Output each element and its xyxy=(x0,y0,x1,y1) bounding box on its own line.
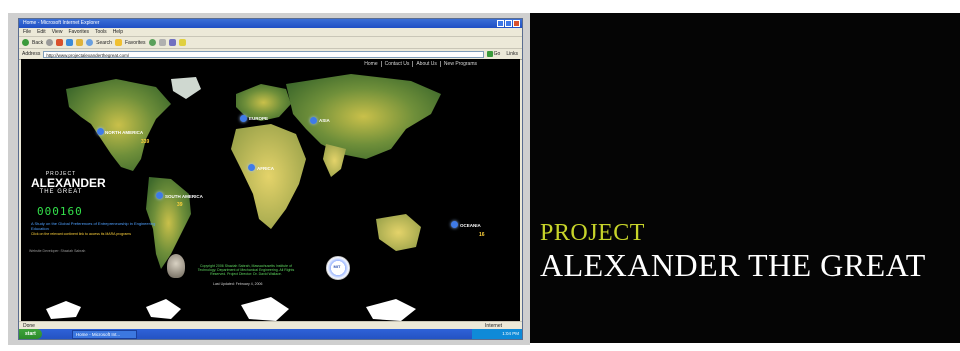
close-button[interactable] xyxy=(513,20,520,27)
refresh-icon[interactable] xyxy=(66,39,74,46)
south-asia-shape xyxy=(323,144,346,177)
menu-view[interactable]: View xyxy=(52,28,63,36)
visitor-counter: 000160 xyxy=(37,205,83,218)
favorites-icon[interactable] xyxy=(114,39,122,46)
title-bar: Home - Microsoft Internet Explorer xyxy=(19,19,522,28)
seal-label: MIT xyxy=(333,264,341,269)
menu-edit[interactable]: Edit xyxy=(37,28,46,36)
oceania-marker[interactable] xyxy=(451,221,458,228)
menu-tools[interactable]: Tools xyxy=(95,28,107,36)
africa-label[interactable]: AFRICA xyxy=(257,166,274,171)
last-updated-text: Last Updated: February 4, 2006 xyxy=(213,282,263,286)
go-arrow-icon xyxy=(486,51,493,57)
print-icon[interactable] xyxy=(168,39,176,46)
links-label[interactable]: Links xyxy=(506,51,522,57)
system-tray-clock: 1:04 PM xyxy=(472,329,522,339)
mail-icon[interactable] xyxy=(158,39,166,46)
menu-favorites[interactable]: Favorites xyxy=(68,28,89,36)
antarctica-shape-4 xyxy=(366,299,416,321)
address-input[interactable]: http://www.projectalexanderthegreat.com/ xyxy=(43,50,484,58)
alexander-bust-image xyxy=(167,254,185,278)
africa-shape xyxy=(231,124,306,229)
antarctica-shape-3 xyxy=(241,297,289,321)
south-america-count: 39 xyxy=(177,202,183,208)
logo-line2: ALEXANDER xyxy=(31,176,106,190)
south-america-label[interactable]: SOUTH AMERICA xyxy=(165,194,203,199)
world-map xyxy=(46,74,441,321)
taskbar: start Home - Microsoft Int... 1:04 PM xyxy=(19,329,522,339)
back-icon[interactable] xyxy=(22,39,29,46)
logo-line3: THE GREAT xyxy=(39,189,83,195)
forward-icon[interactable] xyxy=(46,39,54,46)
toolbar: Back Search Favorites xyxy=(19,37,522,49)
maximize-button[interactable] xyxy=(505,20,512,27)
go-button[interactable]: Go xyxy=(486,51,504,57)
minimize-button[interactable] xyxy=(497,20,504,27)
back-label[interactable]: Back xyxy=(32,40,43,46)
window-title: Home - Microsoft Internet Explorer xyxy=(23,20,100,26)
copyright-text: Copyright 2006 Shaziah Sabrah, Massachus… xyxy=(197,264,295,276)
menu-file[interactable]: File xyxy=(23,28,31,36)
oceania-count: 16 xyxy=(479,232,485,238)
instruction-note: Click on the relevant continent link to … xyxy=(31,232,131,236)
taskbar-item-ie[interactable]: Home - Microsoft Int... xyxy=(71,329,137,339)
north-america-shape xyxy=(66,79,171,171)
search-icon[interactable] xyxy=(86,39,94,46)
go-label: Go xyxy=(493,51,501,57)
search-label[interactable]: Search xyxy=(96,40,112,46)
browser-window: Home - Microsoft Internet Explorer File … xyxy=(18,18,523,340)
australia-shape xyxy=(376,214,421,251)
asia-shape xyxy=(286,74,441,159)
menu-help[interactable]: Help xyxy=(113,28,123,36)
stop-icon[interactable] xyxy=(56,39,64,46)
headline-title: ALEXANDER THE GREAT xyxy=(540,247,926,283)
antarctica-shape-1 xyxy=(46,301,81,319)
europe-marker[interactable] xyxy=(240,115,247,122)
africa-marker[interactable] xyxy=(248,164,255,171)
north-america-label[interactable]: NORTH AMERICA xyxy=(105,130,143,135)
antarctica-shape-2 xyxy=(146,299,181,319)
north-america-count: 339 xyxy=(141,139,150,145)
history-icon[interactable] xyxy=(148,39,156,46)
greenland-shape xyxy=(171,77,201,99)
home-icon[interactable] xyxy=(76,39,84,46)
menu-bar: File Edit View Favorites Tools Help xyxy=(19,28,522,37)
favorites-label[interactable]: Favorites xyxy=(125,40,146,46)
asia-label[interactable]: ASIA xyxy=(319,118,330,123)
address-label: Address xyxy=(22,51,41,57)
headline-project: PROJECT xyxy=(540,220,645,246)
start-button[interactable]: start xyxy=(19,329,42,339)
site-subtitle: A Study on the Global Preferences of Ent… xyxy=(31,221,156,231)
page-viewport: Home Contact Us About Us New Programs NO… xyxy=(21,59,520,323)
north-america-marker[interactable] xyxy=(97,128,104,135)
south-america-marker[interactable] xyxy=(156,192,163,199)
asia-marker[interactable] xyxy=(310,117,317,124)
developer-note: Website Developer: Shaziah Sabrah xyxy=(29,249,86,253)
site-logo[interactable]: PROJECT ALEXANDER THE GREAT xyxy=(31,171,106,195)
folder-icon[interactable] xyxy=(178,39,186,46)
europe-label[interactable]: EUROPE xyxy=(249,116,268,121)
status-bar: Done Internet xyxy=(19,321,522,329)
oceania-label[interactable]: OCEANIA xyxy=(460,223,481,228)
